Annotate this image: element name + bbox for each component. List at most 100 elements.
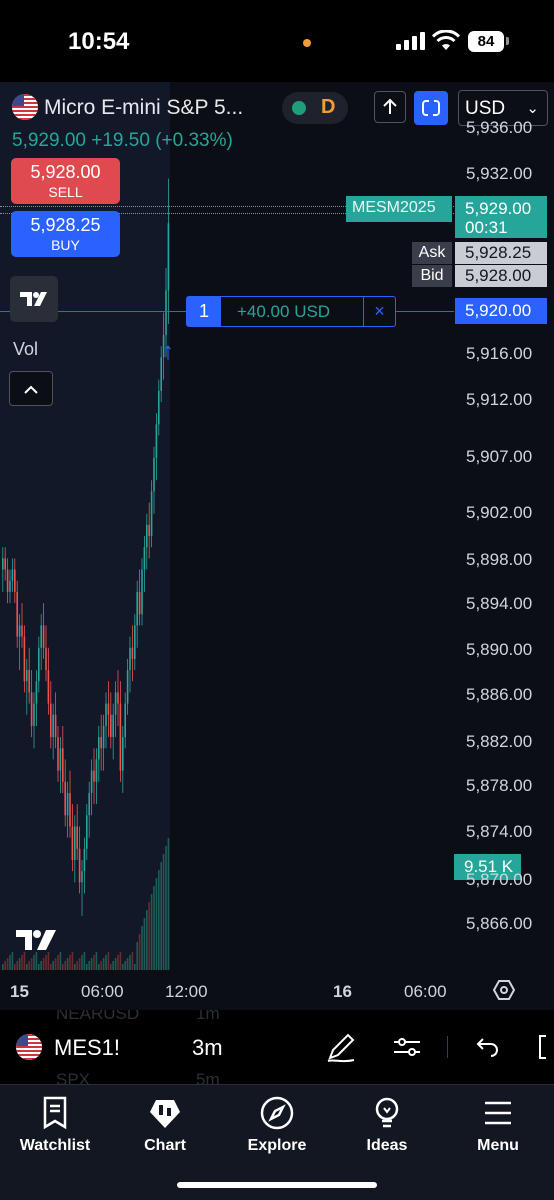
- candle-body: [40, 625, 42, 648]
- buy-price: 5,928.25: [30, 215, 101, 235]
- candle-body: [136, 591, 138, 626]
- candle-body: [45, 647, 47, 671]
- nav-explore[interactable]: Explore: [227, 1095, 327, 1155]
- price-change-percent: (+0.33%): [155, 130, 233, 151]
- candle-body: [38, 647, 40, 682]
- volume-bar: [112, 961, 114, 970]
- price-tick-label: 5,898.00: [466, 550, 533, 569]
- volume-bar: [42, 958, 45, 970]
- volume-bar: [40, 961, 42, 970]
- candle-body: [76, 826, 78, 849]
- candle-body: [131, 647, 134, 659]
- volume-bar: [81, 955, 83, 970]
- indicators-settings-icon[interactable]: [390, 1030, 424, 1064]
- fullscreen-icon[interactable]: [534, 1030, 554, 1064]
- candle-body: [86, 815, 88, 849]
- volume-bar: [117, 955, 119, 970]
- ask-label: Ask: [412, 242, 452, 264]
- nav-label: Menu: [477, 1137, 519, 1154]
- nav-chart[interactable]: Chart: [115, 1095, 215, 1155]
- contract-label: MESM2025: [346, 196, 452, 222]
- price-tick-label: 5,936.00: [466, 118, 533, 137]
- candle-body: [153, 457, 155, 492]
- volume-bar: [124, 961, 126, 970]
- volume-bar: [155, 878, 158, 970]
- interval-selector[interactable]: 3m: [192, 1035, 223, 1061]
- position-tag[interactable]: 1 +40.00 USD ×: [186, 296, 396, 327]
- candle-body: [2, 558, 4, 570]
- volume-indicator-label[interactable]: Vol: [13, 339, 38, 360]
- sell-button[interactable]: 5,928.00 SELL: [11, 158, 120, 204]
- nav-menu[interactable]: Menu: [448, 1095, 548, 1155]
- candle-body: [71, 826, 74, 860]
- home-indicator: [177, 1182, 377, 1188]
- sell-label: SELL: [48, 184, 83, 200]
- ghost-symbol: SPX: [56, 1070, 91, 1084]
- tradingview-logo-button[interactable]: [10, 276, 58, 322]
- order-panel-toggle-button[interactable]: [374, 91, 406, 123]
- volume-bar: [64, 961, 66, 970]
- volume-bar: [59, 952, 62, 970]
- status-time: 10:54: [68, 28, 130, 55]
- sync-button[interactable]: [414, 91, 448, 125]
- chart-icon: [150, 1100, 180, 1128]
- candle-body: [102, 725, 105, 749]
- candle-body: [57, 737, 59, 771]
- candle-body: [167, 223, 170, 291]
- candle-body: [78, 848, 81, 883]
- time-label: 06:00: [404, 982, 447, 1001]
- candle-body: [90, 770, 93, 793]
- nav-label: Chart: [144, 1137, 186, 1154]
- collapse-indicators-button[interactable]: [9, 371, 53, 406]
- nav-ideas[interactable]: Ideas: [337, 1095, 437, 1155]
- position-quantity[interactable]: 1: [187, 297, 221, 326]
- last-price: 5,929.00: [12, 130, 86, 151]
- candle-body: [155, 424, 158, 458]
- candle-body: [148, 524, 150, 537]
- volume-bar: [88, 961, 90, 970]
- time-label: 06:00: [81, 982, 124, 1001]
- time-label-day: 15: [10, 982, 29, 1001]
- chart-area[interactable]: Micro E-mini S&P 5... D USD ⌄ 5,929.00 +…: [0, 82, 554, 1010]
- volume-bar: [165, 846, 167, 970]
- ask-price: 5,928.25: [455, 242, 547, 264]
- candle-body: [33, 703, 35, 726]
- candle-body: [21, 625, 23, 637]
- tradingview-logo-icon: [20, 292, 47, 306]
- symbol-ticker[interactable]: MES1!: [54, 1035, 120, 1061]
- close-position-button[interactable]: ×: [363, 297, 395, 326]
- candle-body: [158, 390, 160, 425]
- candle-body: [54, 714, 57, 738]
- volume-bar: [102, 958, 105, 970]
- nav-label: Explore: [247, 1137, 307, 1154]
- candle-body: [35, 681, 38, 704]
- price-tick-label: 5,912.00: [466, 390, 533, 409]
- volume-bar: [114, 958, 117, 970]
- nav-watchlist[interactable]: Watchlist: [5, 1095, 105, 1155]
- candle-body: [66, 792, 69, 816]
- cellular-signal-icon: [396, 32, 426, 50]
- toolbar-divider: [447, 1036, 448, 1058]
- candle-body: [9, 580, 11, 592]
- us-flag-icon: [16, 1034, 42, 1060]
- wifi-icon: [432, 30, 460, 50]
- volume-bar: [47, 952, 50, 970]
- sell-price: 5,928.00: [30, 162, 101, 182]
- symbol-name[interactable]: Micro E-mini S&P 5...: [44, 96, 243, 120]
- volume-bar: [136, 942, 138, 970]
- market-status-pill[interactable]: D: [282, 92, 348, 124]
- last-price-value: 5,929.00: [465, 199, 532, 218]
- volume-bar: [158, 870, 160, 970]
- undo-icon[interactable]: [469, 1030, 503, 1064]
- price-tick-label: 5,882.00: [466, 732, 533, 751]
- buy-button[interactable]: 5,928.25 BUY: [11, 211, 120, 257]
- candle-body: [83, 848, 86, 872]
- volume-bar: [69, 955, 71, 970]
- volume-bar: [93, 955, 95, 970]
- drawing-tool-icon[interactable]: [324, 1030, 358, 1064]
- price-tick-label: 5,874.00: [466, 822, 533, 841]
- volume-bar: [143, 918, 146, 970]
- position-pnl: +40.00 USD: [237, 302, 331, 321]
- chart-settings-icon[interactable]: [492, 978, 516, 1002]
- candle-body: [129, 647, 131, 671]
